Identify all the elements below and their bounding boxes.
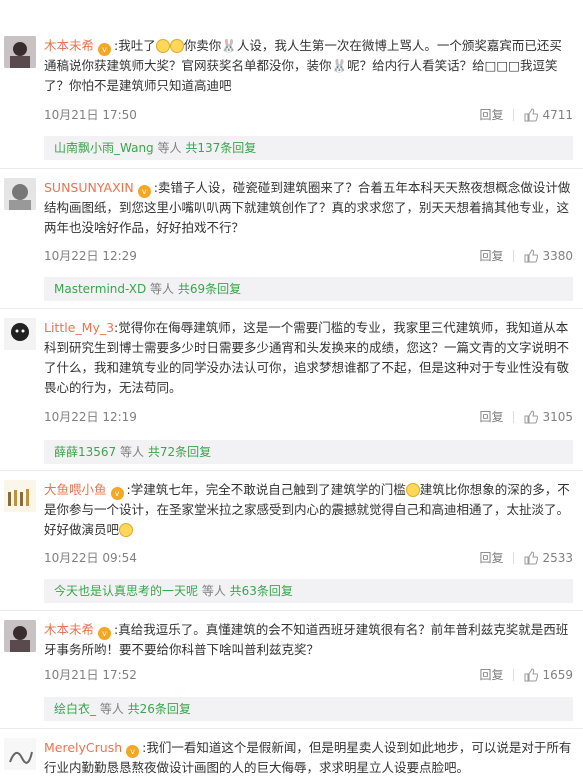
username-link[interactable]: MerelyCrush bbox=[44, 740, 122, 755]
divider bbox=[513, 108, 515, 121]
avatar[interactable] bbox=[4, 480, 36, 512]
replies-summary[interactable]: 今天也是认真思考的一天呢 等人 共63条回复 bbox=[44, 579, 573, 603]
comment-feed: 木本未希 v:我吐了 你卖你🐰人设，我人生第一次在微博上骂人。一个颁奖嘉宾而已还买通… bbox=[0, 0, 583, 784]
reply-button[interactable]: 回复 bbox=[479, 106, 503, 123]
avatar[interactable] bbox=[4, 36, 36, 68]
thumbs-up-icon[interactable] bbox=[524, 248, 539, 263]
comment-date: 10月22日 09:54 bbox=[44, 551, 137, 565]
cat-emoji-icon bbox=[405, 483, 420, 497]
reply-user-link[interactable]: 绘白衣_ bbox=[54, 702, 96, 716]
avatar[interactable] bbox=[4, 178, 36, 210]
username-link[interactable]: Little_My_3 bbox=[44, 320, 114, 335]
comment-date: 10月22日 12:29 bbox=[44, 249, 137, 263]
divider bbox=[513, 410, 515, 423]
view-replies-link[interactable]: 共137条回复 bbox=[185, 141, 256, 155]
view-replies-link[interactable]: 共72条回复 bbox=[148, 445, 211, 459]
comment-text: SUNSUNYAXIN v:卖错子人设，碰瓷碰到建筑圈来了？合着五年本科天天熬夜想… bbox=[44, 180, 571, 235]
comment-text: 木本未希 v:我吐了 你卖你🐰人设，我人生第一次在微博上骂人。一个颁奖嘉宾而已还买通… bbox=[44, 38, 562, 93]
comment-text: MerelyCrush v:我们一看知道这个是假新闻，但是明星卖人设到如此地步，可… bbox=[44, 740, 572, 775]
comment-date: 10月21日 17:50 bbox=[44, 108, 137, 122]
reply-button[interactable]: 回复 bbox=[479, 408, 503, 425]
avatar[interactable] bbox=[4, 620, 36, 652]
like-count[interactable]: 2533 bbox=[542, 551, 573, 565]
comment-date: 10月21日 17:52 bbox=[44, 668, 137, 682]
divider bbox=[0, 308, 583, 309]
divider bbox=[513, 249, 515, 262]
comment-date: 10月22日 12:19 bbox=[44, 410, 137, 424]
verified-badge-icon: v bbox=[126, 745, 140, 758]
reply-user-link[interactable]: Mastermind-XD bbox=[54, 282, 146, 296]
comment-text: Little_My_3:觉得你在侮辱建筑师，这是一个需要门槛的专业，我家里三代建… bbox=[44, 320, 570, 395]
divider bbox=[513, 551, 515, 564]
comment-meta: 10月21日 17:52 回复 1659 bbox=[44, 666, 573, 684]
username-link[interactable]: 大鱼喂小鱼 bbox=[44, 482, 107, 497]
username-link[interactable]: 木本未希 bbox=[44, 622, 94, 637]
dog-emoji-icon bbox=[119, 523, 134, 537]
username-link[interactable]: 木本未希 bbox=[44, 38, 94, 53]
view-replies-link[interactable]: 共69条回复 bbox=[178, 282, 241, 296]
like-count[interactable]: 4711 bbox=[542, 108, 573, 122]
replies-summary[interactable]: Mastermind-XD 等人 共69条回复 bbox=[44, 277, 573, 301]
comment-meta: 10月22日 12:29 回复 3380 bbox=[44, 247, 573, 265]
reply-button[interactable]: 回复 bbox=[479, 247, 503, 264]
view-replies-link[interactable]: 共26条回复 bbox=[128, 702, 191, 716]
comment-text: 木本未希 v:真给我逗乐了。真懂建筑的会不知道西班牙建筑很有名？前年普利兹克奖就是… bbox=[44, 622, 569, 657]
crying-emoji-icon bbox=[169, 39, 184, 53]
reply-user-link[interactable]: 山南飘小雨_Wang bbox=[54, 141, 154, 155]
replies-summary[interactable]: 绘白衣_ 等人 共26条回复 bbox=[44, 697, 573, 721]
thumbs-up-icon[interactable] bbox=[524, 107, 539, 122]
reply-button[interactable]: 回复 bbox=[479, 549, 503, 566]
like-count[interactable]: 1659 bbox=[542, 668, 573, 682]
view-replies-link[interactable]: 共63条回复 bbox=[230, 584, 293, 598]
replies-summary[interactable]: 薛薛13567 等人 共72条回复 bbox=[44, 440, 573, 464]
rabbit-emoji-icon: 🐰 bbox=[221, 38, 237, 53]
like-count[interactable]: 3380 bbox=[542, 249, 573, 263]
comment-meta: 10月22日 12:19 回复 3105 bbox=[44, 408, 573, 426]
verified-badge-icon: v bbox=[110, 487, 124, 500]
verified-badge-icon: v bbox=[137, 185, 151, 198]
comment-text: 大鱼喂小鱼 v:学建筑七年，完全不敢说自己触到了建筑学的门槛 建筑比你想象的深的多，… bbox=[44, 482, 570, 537]
avatar[interactable] bbox=[4, 318, 36, 350]
thumbs-up-icon[interactable] bbox=[524, 550, 539, 565]
reply-button[interactable]: 回复 bbox=[479, 666, 503, 683]
divider bbox=[0, 728, 583, 729]
reply-user-link[interactable]: 今天也是认真思考的一天呢 bbox=[54, 584, 198, 598]
divider bbox=[0, 610, 583, 611]
verified-badge-icon: v bbox=[98, 627, 112, 640]
rabbit-emoji-icon: 🐰 bbox=[331, 58, 348, 73]
reply-user-link[interactable]: 薛薛13567 bbox=[54, 445, 116, 459]
divider bbox=[0, 168, 583, 169]
username-link[interactable]: SUNSUNYAXIN bbox=[44, 180, 134, 195]
like-count[interactable]: 3105 bbox=[542, 410, 573, 424]
replies-summary[interactable]: 山南飘小雨_Wang 等人 共137条回复 bbox=[44, 136, 573, 160]
divider bbox=[513, 668, 515, 681]
verified-badge-icon: v bbox=[98, 43, 112, 56]
divider bbox=[0, 470, 583, 471]
avatar[interactable] bbox=[4, 738, 36, 770]
thumbs-up-icon[interactable] bbox=[524, 409, 539, 424]
comment-meta: 10月22日 09:54 回复 2533 bbox=[44, 549, 573, 567]
crying-emoji-icon bbox=[155, 39, 170, 53]
thumbs-up-icon[interactable] bbox=[524, 667, 539, 682]
comment-meta: 10月21日 17:50 回复 4711 bbox=[44, 106, 573, 124]
